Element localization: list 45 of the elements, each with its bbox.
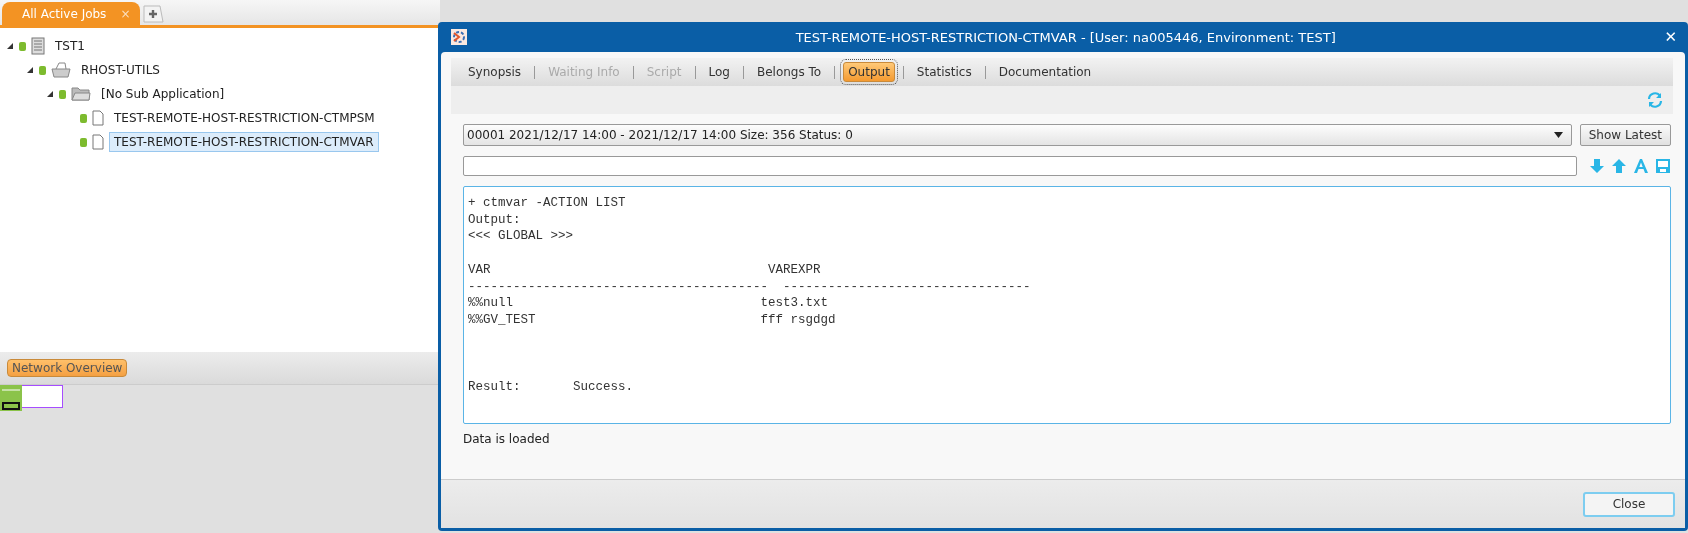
- expand-toggle[interactable]: [26, 66, 34, 74]
- refresh-icon[interactable]: [1647, 92, 1663, 108]
- document-icon: [92, 110, 104, 126]
- expand-toggle[interactable]: [6, 42, 14, 50]
- overview-minimap[interactable]: [0, 385, 63, 408]
- tree-item[interactable]: TST1: [50, 36, 90, 56]
- tree-item[interactable]: [No Sub Application]: [96, 84, 230, 104]
- tab[interactable]: Output: [843, 62, 895, 82]
- run-dropdown[interactable]: 00001 2021/12/17 14:00 - 2021/12/17 14:00 Size: 356 Status: 0: [463, 124, 1572, 146]
- arrow-up-icon[interactable]: [1611, 158, 1627, 174]
- output-line: %%GV_TEST fff rsgdgd: [468, 311, 836, 329]
- font-icon[interactable]: [1633, 158, 1649, 174]
- close-icon[interactable]: ✕: [1664, 28, 1677, 46]
- server-icon: [31, 37, 45, 55]
- node-icon: [0, 385, 22, 411]
- output-line: ---------------------------------------- ---------------------------------: [468, 278, 1031, 296]
- output-line: VAR VAREXPR: [468, 261, 821, 279]
- window-title: TEST-REMOTE-HOST-RESTRICTION-CTMVAR - [User: na005446, Environment: TEST]: [794, 29, 1337, 45]
- save-icon[interactable]: [1655, 158, 1671, 174]
- output-line: %%null test3.txt: [468, 295, 829, 312]
- close-button[interactable]: Close: [1583, 491, 1675, 517]
- arrow-down-icon[interactable]: [1589, 158, 1605, 174]
- tab[interactable]: Statistics: [911, 62, 977, 82]
- tree-item[interactable]: RHOST-UTILS: [76, 60, 165, 80]
- document-icon: [92, 134, 104, 150]
- search-field[interactable]: [463, 156, 1577, 176]
- tab[interactable]: Documentation: [993, 62, 1097, 82]
- output-line: <<< GLOBAL >>>: [468, 228, 574, 246]
- output-line: Output:: [468, 211, 521, 229]
- expand-toggle[interactable]: [46, 90, 54, 98]
- tab[interactable]: Synopsis: [463, 62, 527, 82]
- app-logo-icon: [451, 29, 467, 45]
- status-text: Data is loaded: [463, 432, 551, 446]
- tree-item[interactable]: TEST-REMOTE-HOST-RESTRICTION-CTMVAR: [109, 132, 379, 152]
- show-latest-button[interactable]: Show Latest: [1579, 124, 1671, 146]
- basket-icon: [51, 62, 71, 78]
- tab[interactable]: Log: [703, 62, 735, 82]
- tree-item[interactable]: TEST-REMOTE-HOST-RESTRICTION-CTMPSM: [109, 108, 380, 128]
- dropdown-caret-icon: [1553, 132, 1563, 138]
- add-tab-icon[interactable]: [142, 5, 165, 23]
- output-line: + ctmvar -ACTION LIST: [468, 195, 626, 212]
- folder-icon: [71, 87, 91, 101]
- output-line: Result: Success.: [468, 378, 634, 396]
- network-overview-button[interactable]: Network Overview: [7, 359, 128, 377]
- tab[interactable]: Belongs To: [751, 62, 827, 82]
